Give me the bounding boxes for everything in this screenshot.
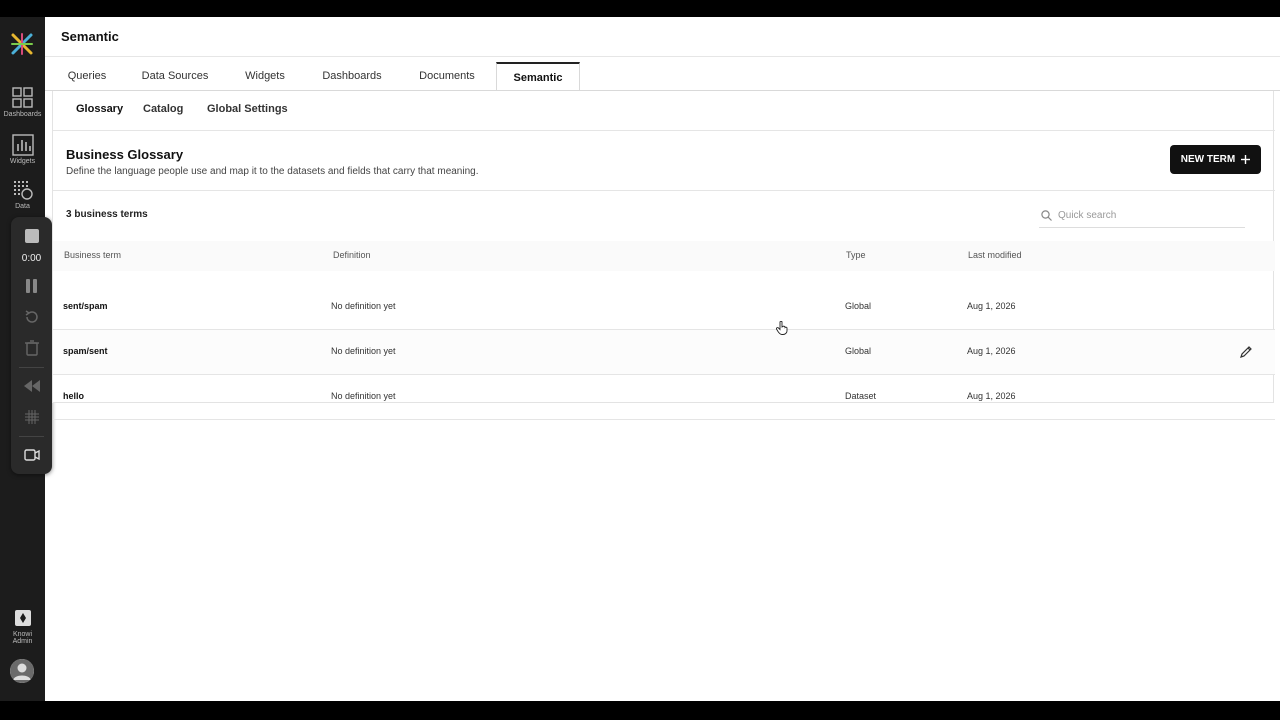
tab-widgets[interactable]: Widgets xyxy=(237,62,293,90)
table-row[interactable]: sent/spam No definition yet Global Aug 1… xyxy=(53,285,1275,330)
edit-pencil-icon[interactable] xyxy=(1239,345,1253,359)
app-window: Dashboards Widgets Data Knowi Admin 0:00… xyxy=(0,17,1280,701)
user-avatar-icon xyxy=(10,659,34,683)
cell-term: sent/spam xyxy=(63,301,108,311)
admin-label-line2: Admin xyxy=(12,638,33,645)
tab-queries[interactable]: Queries xyxy=(55,62,119,90)
cell-type: Dataset xyxy=(845,391,877,401)
semantic-panel: Glossary Catalog Global Settings Busines… xyxy=(52,91,1275,420)
search-icon xyxy=(1041,209,1052,221)
cell-type: Global xyxy=(845,346,872,356)
sidebar-item-label: Widgets xyxy=(9,158,36,165)
table-row[interactable]: spam/sent No definition yet Global Aug 1… xyxy=(53,330,1275,375)
cell-modified: Aug 1, 2026 xyxy=(967,346,1016,356)
tab-dashboards[interactable]: Dashboards xyxy=(315,62,389,90)
sidebar-item-label: Data xyxy=(15,203,30,210)
grid-icon xyxy=(24,410,39,424)
data-icon xyxy=(13,181,33,200)
stop-icon xyxy=(24,229,39,243)
term-count: 3 business terms xyxy=(66,209,148,220)
subtab-catalog[interactable]: Catalog xyxy=(143,103,183,115)
column-header-term[interactable]: Business term xyxy=(64,250,121,260)
dashboards-grid-icon xyxy=(11,87,33,108)
glossary-description: Define the language people use and map i… xyxy=(66,166,479,177)
quick-search xyxy=(1039,203,1245,228)
cell-definition: No definition yet xyxy=(331,301,396,311)
restart-icon xyxy=(25,310,38,323)
sub-tabs: Glossary Catalog Global Settings xyxy=(53,91,1275,131)
pause-button[interactable] xyxy=(11,275,52,297)
divider xyxy=(19,367,44,368)
plus-icon xyxy=(1241,155,1251,164)
stop-record-button[interactable] xyxy=(11,225,52,247)
glossary-title: Business Glossary xyxy=(66,147,184,162)
tab-data-sources[interactable]: Data Sources xyxy=(135,62,215,90)
delete-recording-button[interactable] xyxy=(11,337,52,359)
restart-button[interactable] xyxy=(11,306,52,328)
table-row[interactable]: hello No definition yet Dataset Aug 1, 2… xyxy=(53,375,1275,420)
cell-modified: Aug 1, 2026 xyxy=(967,391,1016,401)
glossary-header: Business Glossary Define the language pe… xyxy=(53,131,1275,191)
column-header-definition[interactable]: Definition xyxy=(333,250,371,260)
camera-button[interactable] xyxy=(11,444,52,466)
tab-documents[interactable]: Documents xyxy=(411,62,483,90)
cell-term: hello xyxy=(63,391,85,401)
cell-modified: Aug 1, 2026 xyxy=(967,301,1016,311)
letterbox-top xyxy=(0,0,1280,17)
cell-definition: No definition yet xyxy=(331,346,396,356)
main-tabs: Queries Data Sources Widgets Dashboards … xyxy=(45,62,1280,91)
hand-cursor-icon xyxy=(776,321,788,335)
new-term-button[interactable]: NEW TERM xyxy=(1170,145,1261,174)
rewind-icon xyxy=(23,380,40,392)
subtab-global-settings[interactable]: Global Settings xyxy=(207,103,288,115)
rewind-button[interactable] xyxy=(11,375,52,397)
bar-chart-icon xyxy=(11,134,34,156)
table-header: Business term Definition Type Last modif… xyxy=(53,241,1275,271)
new-term-label: NEW TERM xyxy=(1180,154,1236,165)
sidebar-item-widgets[interactable]: Widgets xyxy=(0,134,45,166)
recording-timer: 0:00 xyxy=(21,253,42,264)
search-input[interactable] xyxy=(1058,209,1238,221)
column-header-type[interactable]: Type xyxy=(846,250,866,260)
screen-recorder-panel: 0:00 xyxy=(11,217,52,474)
trash-icon xyxy=(24,340,39,356)
admin-label-line1: Knowi xyxy=(12,631,33,638)
divider xyxy=(19,436,44,437)
video-camera-icon xyxy=(23,449,40,461)
grid-button[interactable] xyxy=(11,406,52,428)
sidebar-item-admin[interactable]: Knowi Admin xyxy=(0,609,45,645)
letterbox-bottom xyxy=(0,701,1280,720)
sidebar-item-label: Dashboards xyxy=(3,111,42,118)
sidebar-item-dashboards[interactable]: Dashboards xyxy=(0,87,45,119)
sidebar-item-data[interactable]: Data xyxy=(0,179,45,211)
subtab-glossary[interactable]: Glossary xyxy=(76,103,123,115)
knowi-logo-icon[interactable] xyxy=(10,32,34,56)
tab-semantic[interactable]: Semantic xyxy=(496,62,580,91)
admin-icon xyxy=(14,610,31,626)
divider xyxy=(45,56,1280,57)
page-title: Semantic xyxy=(61,29,119,44)
cell-definition: No definition yet xyxy=(331,391,396,401)
avatar[interactable] xyxy=(10,659,34,683)
pause-icon xyxy=(25,279,37,293)
cell-type: Global xyxy=(845,301,872,311)
column-header-modified[interactable]: Last modified xyxy=(968,250,1022,260)
cell-term: spam/sent xyxy=(63,346,108,356)
